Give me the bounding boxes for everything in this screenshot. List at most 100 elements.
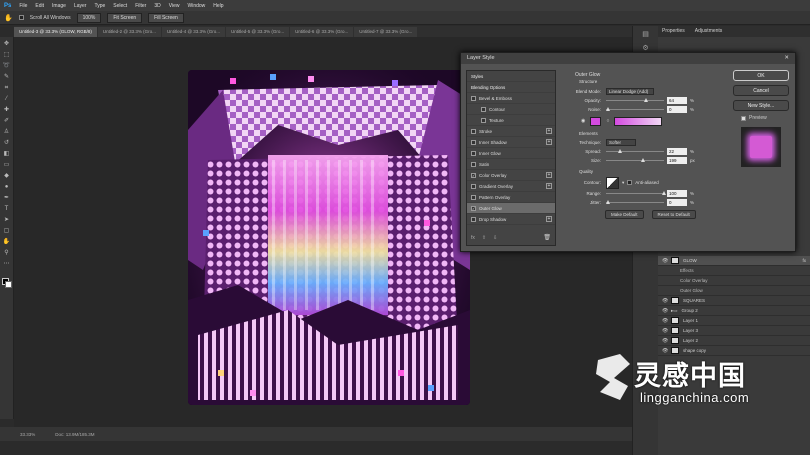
fit-screen-button[interactable]: Fit Screen — [107, 12, 143, 23]
tab-untitled-4[interactable]: Untitled-4 @ 33.3% (Gro... — [161, 27, 226, 37]
visibility-eye-icon[interactable]: 👁 — [662, 318, 668, 324]
technique-select[interactable]: Softer — [606, 139, 636, 146]
radio-gradient[interactable]: ○ — [606, 118, 609, 124]
eraser-tool-icon[interactable]: ◧ — [3, 150, 11, 158]
menu-edit[interactable]: Edit — [35, 3, 44, 9]
add-style-icon[interactable]: + — [546, 183, 552, 189]
add-style-icon[interactable]: + — [546, 172, 552, 178]
crop-tool-icon[interactable]: ⌗ — [3, 84, 11, 92]
style-checkbox[interactable] — [471, 128, 476, 134]
style-texture[interactable]: Texture — [467, 115, 555, 126]
background-color-swatch[interactable] — [5, 281, 12, 288]
zoom-100-button[interactable]: 100% — [76, 12, 102, 23]
layer-effect-row[interactable]: Color Overlay — [658, 276, 810, 286]
eyedropper-tool-icon[interactable]: ⁄ — [3, 95, 11, 103]
more-tools-icon[interactable]: ⋯ — [3, 260, 11, 268]
range-slider[interactable] — [606, 191, 666, 195]
noise-field[interactable]: 0 — [667, 106, 687, 113]
visibility-eye-icon[interactable]: 👁 — [662, 328, 668, 334]
history-panel-icon[interactable]: ▤ — [641, 30, 651, 40]
style-pattern-overlay[interactable]: Pattern Overlay — [467, 192, 555, 203]
style-checkbox[interactable] — [481, 106, 486, 112]
tab-untitled-7[interactable]: Untitled-7 @ 33.3% (Gro... — [354, 27, 418, 37]
style-satin[interactable]: Satin — [467, 159, 555, 170]
styles-header[interactable]: Styles — [467, 71, 555, 82]
visibility-eye-icon[interactable]: 👁 — [662, 258, 668, 264]
style-inner-glow[interactable]: Inner Glow — [467, 148, 555, 159]
new-style-button[interactable]: New Style... — [733, 100, 789, 111]
slider-knob[interactable] — [606, 107, 610, 111]
glow-gradient-swatch[interactable] — [614, 116, 663, 126]
style-checkbox[interactable] — [471, 150, 476, 156]
visibility-eye-icon[interactable]: 👁 — [662, 298, 668, 304]
quick-select-tool-icon[interactable]: ✎ — [3, 73, 11, 81]
scroll-all-checkbox[interactable] — [18, 15, 24, 20]
tab-untitled-3[interactable]: Untitled-3 @ 33.3% (GLOW, RGB/8) — [14, 27, 97, 37]
tab-adjustments[interactable]: Adjustments — [695, 28, 723, 35]
contour-picker[interactable] — [606, 176, 619, 189]
stamp-tool-icon[interactable]: ♙ — [3, 128, 11, 136]
preview-checkbox[interactable] — [741, 115, 746, 121]
add-style-icon[interactable]: + — [546, 128, 552, 134]
style-checkbox[interactable] — [471, 194, 476, 200]
spread-slider[interactable] — [606, 149, 664, 153]
fx-menu-icon[interactable]: fx — [471, 235, 475, 241]
menu-help[interactable]: Help — [213, 3, 223, 9]
tab-properties[interactable]: Properties — [662, 28, 685, 35]
history-brush-icon[interactable]: ↺ — [3, 139, 11, 147]
size-slider[interactable] — [606, 158, 664, 162]
style-checkbox[interactable] — [471, 95, 476, 101]
style-checkbox[interactable] — [471, 139, 476, 145]
visibility-eye-icon[interactable]: 👁 — [662, 308, 668, 314]
blend-mode-select[interactable]: Linear Dodge (Add) — [606, 88, 654, 95]
style-inner-shadow[interactable]: Inner Shadow + — [467, 137, 555, 148]
move-tool-icon[interactable]: ✥ — [3, 40, 11, 48]
layer-row[interactable]: 👁 Layer 3 — [658, 326, 810, 336]
slider-knob[interactable] — [618, 149, 622, 153]
style-gradient-overlay[interactable]: Gradient Overlay + — [467, 181, 555, 192]
blur-tool-icon[interactable]: ◆ — [3, 172, 11, 180]
menu-select[interactable]: Select — [113, 3, 127, 9]
healing-tool-icon[interactable]: ✚ — [3, 106, 11, 114]
chevron-down-icon[interactable]: ▾ — [622, 180, 624, 186]
style-checkbox[interactable] — [471, 161, 476, 167]
hand-tool-icon[interactable]: ✋ — [3, 238, 11, 246]
slider-knob[interactable] — [644, 98, 648, 102]
opacity-field[interactable]: 64 — [667, 97, 687, 104]
size-field[interactable]: 199 — [667, 157, 687, 164]
path-select-tool-icon[interactable]: ➤ — [3, 216, 11, 224]
slider-knob[interactable] — [641, 158, 645, 162]
style-checkbox-checked[interactable]: ✓ — [471, 172, 476, 178]
ok-button[interactable]: OK — [733, 70, 789, 81]
spread-field[interactable]: 22 — [667, 148, 687, 155]
brush-tool-icon[interactable]: ✐ — [3, 117, 11, 125]
visibility-eye-icon[interactable]: 👁 — [662, 338, 668, 344]
marquee-tool-icon[interactable]: ⬚ — [3, 51, 11, 59]
style-color-overlay[interactable]: ✓ Color Overlay + — [467, 170, 555, 181]
type-tool-icon[interactable]: T — [3, 205, 11, 213]
lasso-tool-icon[interactable]: ➰ — [3, 62, 11, 70]
style-checkbox-checked[interactable]: ✓ — [471, 205, 476, 211]
move-up-icon[interactable]: ⇧ — [482, 235, 486, 241]
style-drop-shadow[interactable]: Drop Shadow + — [467, 214, 555, 225]
style-checkbox[interactable] — [471, 183, 476, 189]
slider-knob[interactable] — [662, 191, 666, 195]
jitter-slider[interactable] — [606, 200, 664, 204]
tab-untitled-6[interactable]: Untitled-6 @ 33.3% (Gro... — [290, 27, 354, 37]
menu-layer[interactable]: Layer — [74, 3, 87, 9]
jitter-field[interactable]: 0 — [667, 199, 687, 206]
slider-knob[interactable] — [606, 200, 610, 204]
trash-icon[interactable]: 🗑 — [543, 234, 551, 241]
range-field[interactable]: 100 — [667, 190, 687, 197]
cancel-button[interactable]: Cancel — [733, 85, 789, 96]
make-default-button[interactable]: Make Default — [605, 210, 644, 219]
noise-slider[interactable] — [606, 107, 664, 111]
style-bevel-emboss[interactable]: Bevel & Emboss — [467, 93, 555, 104]
add-style-icon[interactable]: + — [546, 216, 552, 222]
menu-3d[interactable]: 3D — [154, 3, 160, 9]
radio-solid[interactable]: ◉ — [581, 118, 585, 124]
tab-untitled-2[interactable]: Untitled-2 @ 33.3% (Gro... — [97, 27, 161, 37]
opacity-slider[interactable] — [606, 98, 664, 102]
menu-view[interactable]: View — [169, 3, 180, 9]
glow-color-swatch[interactable] — [590, 116, 602, 126]
